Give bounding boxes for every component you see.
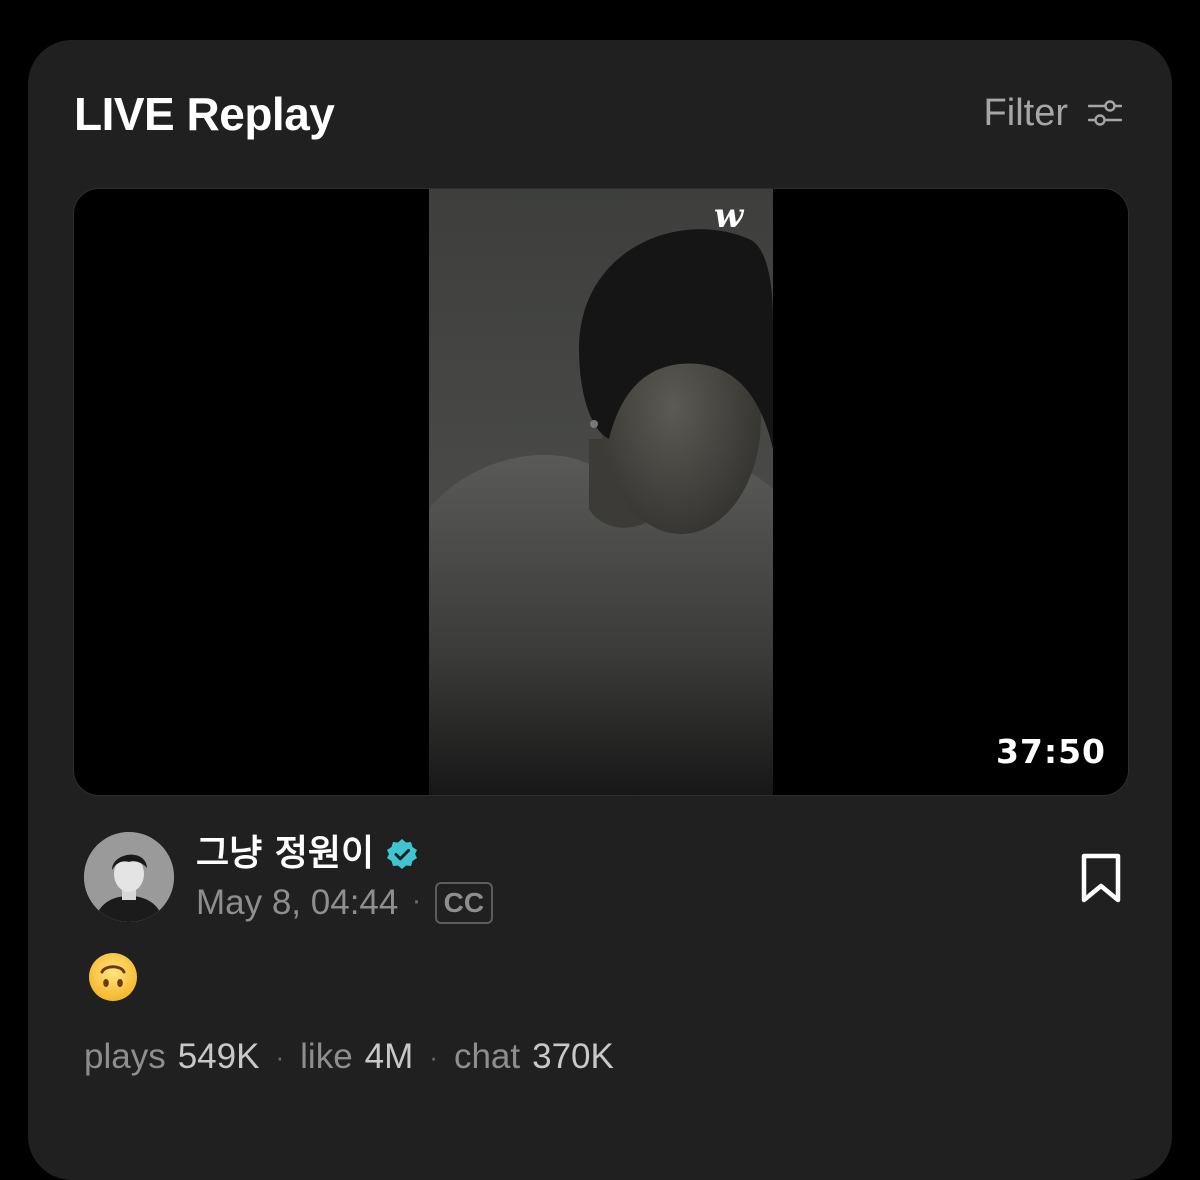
post-date: May 8, 04:44 — [196, 883, 399, 922]
sliders-icon — [1088, 100, 1122, 126]
live-replay-card: LIVE Replay Filter w 37:50 그냥 정원이 May 8,… — [28, 40, 1172, 1180]
upside-down-face-emoji — [89, 953, 137, 1001]
like-label: like — [300, 1037, 353, 1076]
stats-separator: · — [429, 1041, 438, 1072]
plays-value: 549K — [177, 1037, 260, 1076]
stats-separator: · — [275, 1041, 285, 1072]
weverse-logo: w — [714, 196, 744, 236]
video-frame — [429, 189, 773, 795]
page-title: LIVE Replay — [74, 88, 335, 140]
avatar-image — [84, 832, 174, 922]
post-meta: May 8, 04:44 · CC — [196, 880, 494, 926]
author-name[interactable]: 그냥 정원이 — [196, 830, 374, 878]
avatar[interactable] — [84, 832, 174, 922]
video-duration: 37:50 — [995, 732, 1106, 771]
cc-badge: CC — [434, 882, 494, 924]
filter-label: Filter — [983, 91, 1068, 134]
plays-label: plays — [84, 1037, 166, 1076]
filter-button[interactable]: Filter — [984, 88, 1122, 138]
chat-value: 370K — [532, 1037, 614, 1076]
stats-row: plays 549K · like 4M · chat 370K — [84, 1035, 614, 1079]
meta-separator: · — [412, 888, 421, 918]
video-thumbnail[interactable]: w 37:50 — [73, 188, 1129, 796]
chat-label: chat — [453, 1037, 521, 1076]
like-value: 4M — [364, 1037, 414, 1076]
author-row: 그냥 정원이 May 8, 04:44 · CC — [84, 830, 1124, 930]
bookmark-icon[interactable] — [1078, 852, 1124, 904]
verified-badge-icon — [387, 839, 418, 869]
author-name-row: 그냥 정원이 — [196, 830, 418, 878]
